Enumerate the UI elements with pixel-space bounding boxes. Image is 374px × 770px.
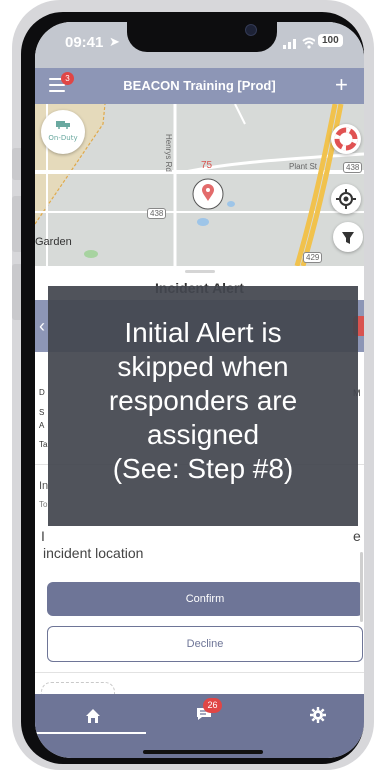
road-shield-429: 429: [303, 252, 323, 263]
filter-button[interactable]: [333, 222, 363, 252]
section-heading: In: [39, 480, 49, 492]
on-duty-button[interactable]: On-Duty: [41, 110, 85, 154]
back-chevron-icon[interactable]: ‹: [39, 316, 45, 337]
decline-button[interactable]: Decline: [47, 626, 363, 662]
status-bar: 09:41 ➤ 100: [35, 22, 364, 68]
on-duty-label: On-Duty: [48, 134, 78, 142]
active-tab-indicator: [35, 732, 146, 734]
info-row-ta: Ta: [39, 440, 48, 449]
map-view[interactable]: On-Duty 75 438 438 429 Plant St Henrys R…: [35, 104, 364, 266]
lifebuoy-icon: [334, 127, 358, 151]
add-icon[interactable]: +: [335, 72, 348, 98]
overlay-line-3: responders are: [108, 385, 298, 416]
battery-indicator: 100: [318, 34, 343, 47]
location-text-end: e: [353, 528, 361, 544]
info-row-s: S: [39, 408, 45, 417]
overlay-line-5: (See: Step #8): [112, 453, 294, 484]
street-label-henrys: Henrys Rd: [164, 134, 173, 172]
place-label-garden: Garden: [35, 236, 72, 248]
overlay-line-1: Initial Alert is: [124, 317, 282, 348]
section-subtext: To: [39, 500, 48, 509]
road-shield-438-right: 438: [343, 162, 363, 173]
app-title: BEACON Training [Prod]: [123, 78, 276, 93]
truck-icon: [56, 121, 70, 129]
camera-icon: [245, 24, 257, 36]
sheet-handle[interactable]: [185, 270, 215, 273]
location-text: incident location: [43, 545, 144, 561]
scrollbar[interactable]: [360, 552, 363, 622]
tutorial-overlay: Initial Alert is skipped when responders…: [48, 286, 358, 526]
filter-icon: [342, 232, 354, 244]
home-icon[interactable]: [85, 708, 101, 724]
info-row-d: D: [39, 388, 45, 397]
overlay-line-4: assigned: [146, 419, 260, 450]
confirm-button[interactable]: Confirm: [47, 582, 363, 616]
locate-me-button[interactable]: [331, 184, 361, 214]
street-label-plant: Plant St: [289, 162, 318, 171]
road-shield-438: 438: [147, 208, 167, 219]
messages-badge: 26: [203, 698, 222, 713]
home-indicator: [143, 750, 263, 754]
road-number-75: 75: [201, 160, 213, 171]
location-text-start: I: [41, 528, 45, 544]
divider-lower: [35, 672, 364, 673]
bottom-tab-bar: 26: [35, 694, 364, 758]
app-header: 3 BEACON Training [Prod] +: [35, 68, 364, 104]
lifebuoy-button[interactable]: [331, 124, 361, 154]
info-row-a: A: [39, 421, 45, 430]
settings-gear-icon[interactable]: [309, 706, 327, 724]
location-arrow-icon: ➤: [109, 34, 120, 49]
status-time: 09:41: [65, 34, 104, 51]
overlay-line-2: skipped when: [117, 351, 289, 382]
crosshair-icon: [336, 189, 356, 209]
signal-wifi-icon: [283, 37, 315, 49]
notch: [127, 22, 277, 52]
